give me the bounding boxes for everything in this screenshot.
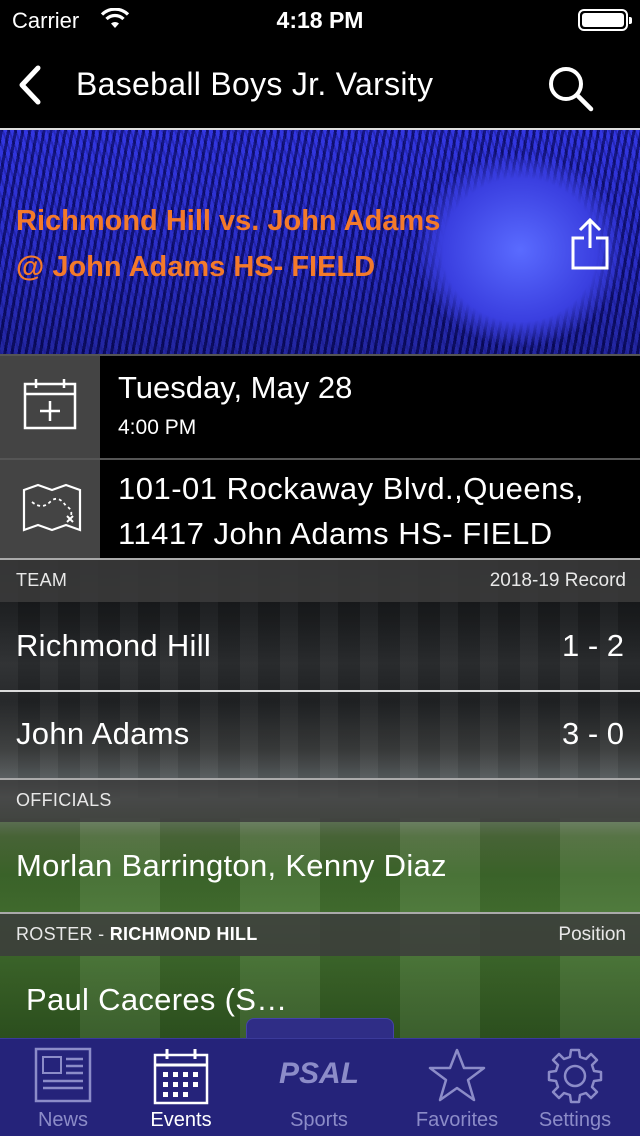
share-icon[interactable]	[570, 216, 610, 270]
address-line-1: 101-01 Rockaway Blvd.,Queens,	[118, 471, 584, 506]
svg-text:PSAL: PSAL	[279, 1057, 359, 1090]
location-row[interactable]: 101-01 Rockaway Blvd.,Queens, 11417 John…	[0, 458, 640, 558]
address-line-2: 11417 John Adams HS- FIELD	[118, 516, 553, 551]
game-address: 101-01 Rockaway Blvd.,Queens, 11417 John…	[118, 466, 584, 556]
tab-favorites[interactable]: Favorites	[402, 1039, 512, 1136]
psal-logo-icon: PSAL	[279, 1057, 359, 1090]
position-header-label: Position	[558, 924, 626, 945]
team-row[interactable]: John Adams 3 - 0	[0, 692, 640, 778]
game-time: 4:00 PM	[118, 416, 197, 439]
team-record: 3 - 0	[561, 716, 624, 751]
star-icon	[428, 1048, 486, 1102]
game-date: Tuesday, May 28	[118, 370, 353, 405]
add-to-calendar-button[interactable]	[0, 356, 100, 458]
officials-header-label: OFFICIALS	[16, 790, 112, 810]
status-bar: Carrier 4:18 PM	[0, 0, 640, 40]
back-chevron-icon[interactable]	[14, 62, 48, 108]
date-row[interactable]: Tuesday, May 28 4:00 PM	[0, 354, 640, 458]
tab-events-label: Events	[150, 1109, 212, 1131]
game-hero-banner: Richmond Hill vs. John Adams @ John Adam…	[0, 130, 640, 354]
tab-favorites-label: Favorites	[415, 1109, 499, 1131]
tab-news-label: News	[37, 1109, 88, 1131]
tab-settings[interactable]: Settings	[520, 1039, 630, 1136]
clock: 4:18 PM	[276, 7, 364, 33]
team-name: John Adams	[16, 716, 190, 751]
player-name: Paul Caceres (S…	[26, 982, 288, 1017]
navigation-bar: Baseball Boys Jr. Varsity	[0, 40, 640, 130]
map-button[interactable]	[0, 460, 100, 558]
officials-names: Morlan Barrington, Kenny Diaz	[16, 848, 447, 883]
officials-section-header: OFFICIALS	[0, 778, 640, 822]
officials-row: Morlan Barrington, Kenny Diaz	[0, 822, 640, 912]
roster-header-label: ROSTER - RICHMOND HILL	[16, 924, 258, 944]
team-row[interactable]: Richmond Hill 1 - 2	[0, 602, 640, 690]
tab-sports[interactable]: PSAL Sports	[264, 1039, 374, 1136]
tab-news[interactable]: News	[8, 1039, 118, 1136]
calendar-icon	[153, 1049, 209, 1105]
matchup-title: Richmond Hill vs. John Adams @ John Adam…	[16, 198, 536, 290]
page-title: Baseball Boys Jr. Varsity	[76, 66, 434, 102]
team-name: Richmond Hill	[16, 628, 212, 663]
matchup-teams: Richmond Hill vs. John Adams	[16, 205, 441, 237]
tab-settings-label: Settings	[538, 1109, 612, 1131]
record-header-label: 2018-19 Record	[489, 570, 626, 591]
map-icon	[22, 483, 82, 532]
matchup-venue: @ John Adams HS- FIELD	[16, 251, 376, 283]
battery-icon	[578, 9, 632, 31]
team-header-label: TEAM	[16, 570, 68, 590]
tab-events[interactable]: Events	[126, 1039, 236, 1136]
tab-bar: News Events PSAL Sports Favorites Settin…	[0, 1038, 640, 1136]
roster-section-header: ROSTER - RICHMOND HILL Position	[0, 912, 640, 956]
gear-icon	[547, 1048, 603, 1104]
tab-sports-label: Sports	[290, 1109, 348, 1131]
calendar-add-icon	[23, 379, 77, 430]
team-record: 1 - 2	[561, 628, 624, 663]
stadium-background: TEAM 2018-19 Record Richmond Hill 1 - 2 …	[0, 558, 640, 1038]
search-icon[interactable]	[546, 64, 596, 112]
newspaper-icon	[34, 1047, 92, 1103]
team-section-header: TEAM 2018-19 Record	[0, 558, 640, 602]
